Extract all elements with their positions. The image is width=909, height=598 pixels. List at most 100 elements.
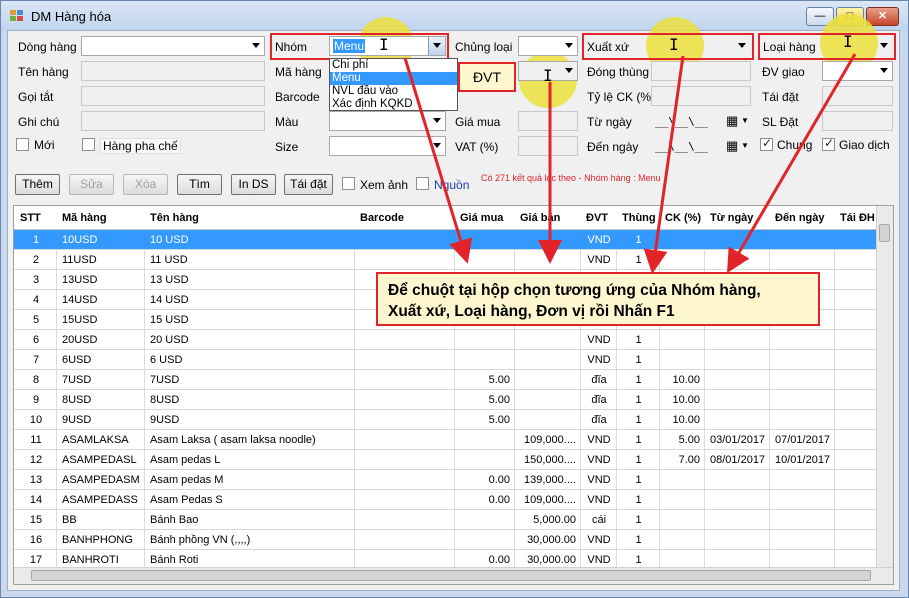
dv-giao-combo[interactable]: [822, 61, 893, 81]
dropdown-option[interactable]: NVL đầu vào: [330, 85, 457, 98]
column-header[interactable]: STT: [20, 206, 54, 230]
mau-combo[interactable]: [329, 111, 446, 131]
goi-tat-field[interactable]: [81, 86, 265, 106]
moi-checkbox[interactable]: [16, 138, 29, 151]
calendar-icon[interactable]: ▦: [726, 113, 738, 129]
xem-anh-checkbox[interactable]: [342, 177, 355, 190]
table-row[interactable]: 2 11USD 11 USD VND 1: [14, 250, 882, 270]
table-row[interactable]: 8 7USD 7USD 5.00 đĩa 1 10.00: [14, 370, 882, 390]
table-row[interactable]: 6 20USD 20 USD VND 1: [14, 330, 882, 350]
table-row[interactable]: 7 6USD 6 USD VND 1: [14, 350, 882, 370]
column-header[interactable]: Thùng: [622, 206, 657, 230]
tai-dat-field[interactable]: [822, 86, 893, 106]
table-cell: [775, 410, 830, 430]
column-header[interactable]: Tên hàng: [150, 206, 352, 230]
dong-hang-combo[interactable]: [81, 36, 265, 56]
table-row[interactable]: 16 BANHPHONG Bánh phồng VN (,,,,) 30,000.00…: [14, 530, 882, 550]
tim-button[interactable]: Tìm: [177, 174, 222, 195]
vat-field[interactable]: [518, 136, 578, 156]
label-hang-pha-che: Hàng pha chế: [100, 138, 181, 154]
ty-le-ck-field[interactable]: [651, 86, 751, 106]
dong-thung-field[interactable]: [651, 61, 751, 81]
table-row[interactable]: 14 ASAMPEDASS Asam Pedas S 0.00 109,000.... V…: [14, 490, 882, 510]
table-row[interactable]: 12 ASAMPEDASL Asam pedas L 150,000.... VND 1 7…: [14, 450, 882, 470]
den-ngay-input[interactable]: __\__\__: [655, 140, 708, 153]
nhom-value: Menu: [333, 39, 366, 53]
table-cell: [775, 530, 830, 550]
column-header[interactable]: Mã hàng: [62, 206, 142, 230]
table-row[interactable]: 10 9USD 9USD 5.00 đĩa 1 10.00: [14, 410, 882, 430]
table-cell: [360, 410, 450, 430]
column-header[interactable]: Giá bán: [520, 206, 578, 230]
table-cell: 1: [635, 494, 642, 506]
table-cell: [775, 330, 830, 350]
table-cell: 5.00: [488, 394, 510, 406]
table-cell: Asam pedas M: [150, 474, 224, 486]
ten-hang-field[interactable]: [81, 61, 265, 81]
sua-button[interactable]: Sửa: [69, 174, 114, 195]
chevron-down-icon[interactable]: ▼: [741, 116, 749, 125]
table-cell: [840, 530, 878, 550]
chung-checkbox[interactable]: [760, 136, 773, 151]
table-cell: 7USD: [150, 374, 180, 386]
gia-mua-field[interactable]: [518, 111, 578, 131]
them-button[interactable]: Thêm: [15, 174, 60, 195]
chevron-down-icon[interactable]: ▼: [741, 141, 749, 150]
table-cell: [460, 510, 510, 530]
table-cell: [520, 410, 576, 430]
table-row[interactable]: 13 ASAMPEDASM Asam pedas M 0.00 139,000.... V…: [14, 470, 882, 490]
column-header[interactable]: Tái ĐH: [840, 206, 880, 230]
hang-pha-che-checkbox[interactable]: [82, 138, 95, 151]
column-header[interactable]: Barcode: [360, 206, 452, 230]
dropdown-option-selected[interactable]: Menu: [330, 72, 457, 85]
table-cell: 14: [29, 494, 43, 506]
table-cell: đĩa: [591, 374, 607, 386]
chevron-down-icon: [433, 118, 441, 123]
size-combo[interactable]: [329, 136, 446, 156]
scroll-thumb[interactable]: [31, 570, 871, 581]
vertical-scrollbar[interactable]: [876, 206, 893, 568]
chung-loai-combo[interactable]: [518, 36, 578, 56]
column-header[interactable]: Từ ngày: [710, 206, 767, 230]
scroll-thumb[interactable]: [879, 224, 890, 242]
table-cell: 14USD: [62, 294, 98, 306]
table-row[interactable]: 9 8USD 8USD 5.00 đĩa 1 10.00: [14, 390, 882, 410]
table-cell: 10.00: [672, 374, 700, 386]
table-row[interactable]: 1 10USD 10 USD VND 1: [14, 230, 882, 250]
column-header[interactable]: Đến ngày: [775, 206, 832, 230]
table-cell: 10: [29, 414, 43, 426]
ghi-chu-field[interactable]: [81, 111, 265, 131]
table-cell: [520, 230, 576, 250]
dropdown-option[interactable]: Chi phí: [330, 59, 457, 72]
table-row[interactable]: 11 ASAMLAKSA Asam Laksa ( asam laksa noodl…: [14, 430, 882, 450]
xoa-button[interactable]: Xóa: [123, 174, 168, 195]
items-grid[interactable]: STT Mã hàng Tên hàng Barcode Giá mua Giá bán Đ…: [13, 205, 894, 585]
label-mau: Màu: [275, 115, 299, 129]
calendar-icon[interactable]: ▦: [726, 138, 738, 154]
column-header[interactable]: ĐVT: [586, 206, 614, 230]
table-cell: [360, 470, 450, 490]
dropdown-button[interactable]: [428, 37, 445, 55]
table-cell: [840, 370, 878, 390]
nhom-dropdown-list[interactable]: Chi phí Menu NVL đầu vào Xác định KQKD: [329, 58, 458, 111]
table-cell: 14 USD: [150, 294, 189, 306]
table-cell: ASAMLAKSA: [62, 434, 129, 446]
tu-ngay-input[interactable]: __\__\__: [655, 115, 708, 128]
table-cell: [360, 390, 450, 410]
dropdown-option[interactable]: Xác định KQKD: [330, 98, 457, 111]
column-header[interactable]: CK (%): [665, 206, 702, 230]
in-ds-button[interactable]: In DS: [231, 174, 276, 195]
loai-hang-combo[interactable]: [822, 36, 893, 56]
nguon-checkbox[interactable]: [416, 177, 429, 190]
giao-dich-checkbox[interactable]: [822, 136, 835, 151]
table-cell: [520, 350, 576, 370]
table-cell: 15USD: [62, 314, 98, 326]
table-cell: [360, 450, 450, 470]
table-row[interactable]: 15 BB Bánh Bao 5,000.00 cái 1: [14, 510, 882, 530]
tai-dat-button[interactable]: Tái đặt: [284, 174, 333, 195]
sl-dat-field[interactable]: [822, 111, 893, 131]
horizontal-scrollbar[interactable]: [14, 567, 893, 584]
table-cell: 6USD: [62, 354, 92, 366]
column-header[interactable]: Giá mua: [460, 206, 512, 230]
xuat-xu-combo[interactable]: [651, 36, 751, 56]
